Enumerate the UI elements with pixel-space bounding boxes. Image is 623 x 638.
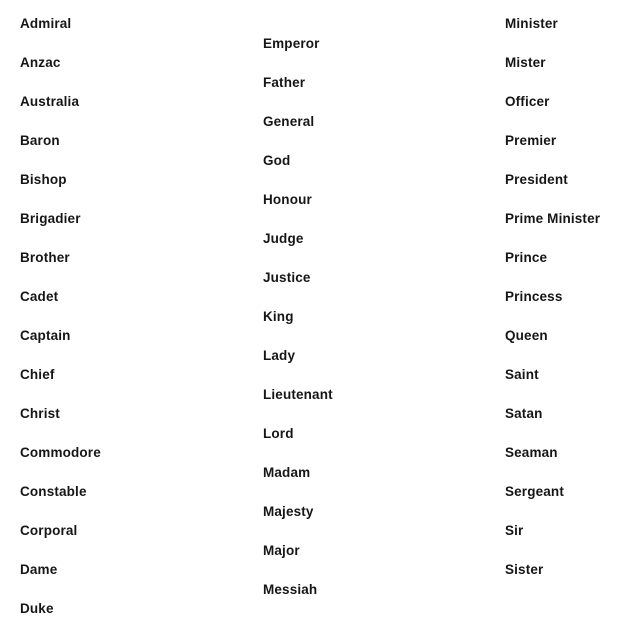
titles-word-list-page: Admiral Anzac Australia Baron Bishop Bri… (0, 0, 623, 637)
list-item: Cadet (20, 289, 59, 304)
list-item: Baron (20, 133, 60, 148)
list-item: Officer (505, 94, 550, 109)
list-item: Sir (505, 523, 524, 538)
list-item: Corporal (20, 523, 78, 538)
list-item: Honour (263, 192, 312, 207)
list-item: King (263, 309, 294, 324)
list-item: Satan (505, 406, 543, 421)
list-item: Queen (505, 328, 548, 343)
list-item: Mister (505, 55, 546, 70)
word-column-3: Minister Mister Officer Premier Presiden… (505, 0, 623, 599)
list-item: Madam (263, 465, 311, 480)
list-item: Lieutenant (263, 387, 333, 402)
list-item: Emperor (263, 36, 320, 51)
list-item: Dame (20, 562, 58, 577)
list-item: Premier (505, 133, 557, 148)
list-item: Minister (505, 16, 558, 31)
word-column-2: Emperor Father General God Honour Judge … (263, 0, 493, 619)
list-item: General (263, 114, 315, 129)
list-item: Judge (263, 231, 304, 246)
list-item: Prime Minister (505, 211, 601, 226)
list-item: Chief (20, 367, 55, 382)
list-item: Majesty (263, 504, 314, 519)
list-item: Messiah (263, 582, 318, 597)
list-item: Captain (20, 328, 71, 343)
list-item: Australia (20, 94, 80, 109)
list-item: Father (263, 75, 306, 90)
list-item: Saint (505, 367, 539, 382)
list-item: Brother (20, 250, 70, 265)
list-item: Brigadier (20, 211, 81, 226)
list-item: Duke (20, 601, 54, 616)
list-item: Princess (505, 289, 563, 304)
list-item: Anzac (20, 55, 61, 70)
list-item: Commodore (20, 445, 101, 460)
list-item: Seaman (505, 445, 558, 460)
list-item: Major (263, 543, 300, 558)
list-item: God (263, 153, 291, 168)
list-item: Lord (263, 426, 294, 441)
list-item: Admiral (20, 16, 72, 31)
list-item: Sergeant (505, 484, 564, 499)
list-item: Constable (20, 484, 87, 499)
list-item: President (505, 172, 568, 187)
list-item: Christ (20, 406, 60, 421)
list-item: Bishop (20, 172, 67, 187)
list-item: Lady (263, 348, 296, 363)
list-item: Sister (505, 562, 544, 577)
word-column-1: Admiral Anzac Australia Baron Bishop Bri… (20, 0, 250, 638)
list-item: Justice (263, 270, 311, 285)
list-item: Prince (505, 250, 548, 265)
